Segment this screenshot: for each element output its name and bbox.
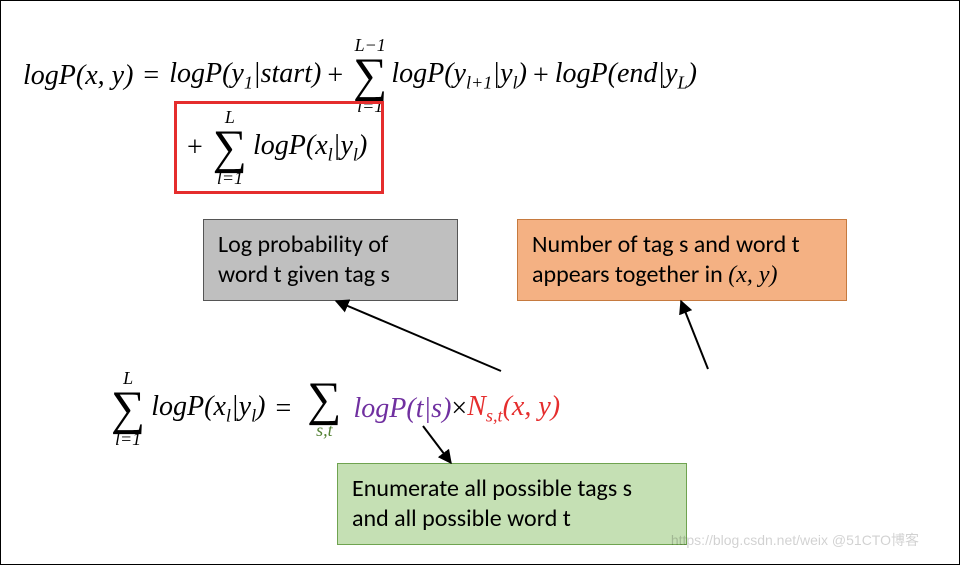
- equation-line-2: L ∑ l=1 logP(xl|yl) = ∑ s,t logP(t|s) × …: [105, 369, 560, 448]
- boxed-plus: +: [187, 132, 203, 164]
- callout-count: Number of tag s and word t appears toget…: [517, 219, 847, 301]
- sigma-icon: ∑: [353, 54, 387, 97]
- callout-log-prob: Log probability of word t given tag s: [203, 219, 458, 301]
- eq1-term2: logP(yl+1|yl): [391, 58, 527, 94]
- eq1-equals: =: [143, 60, 159, 92]
- eq1-plus2: +: [533, 60, 549, 92]
- sigma-icon: ∑: [111, 387, 145, 430]
- eq2-sigmaR: ∑ s,t: [307, 378, 341, 439]
- eq2-times: ×: [451, 393, 467, 425]
- callout-enumerate: Enumerate all possible tags s and all po…: [337, 463, 687, 545]
- boxed-logp: logP(xl|yl): [253, 130, 367, 166]
- eq2-equals: =: [275, 393, 291, 425]
- watermark: https://blog.csdn.net/weix @51CTO博客: [671, 530, 919, 550]
- boxed-term: + L ∑ l=1 logP(xl|yl): [174, 101, 384, 194]
- eq2-Nst: Ns,t(x, y): [467, 391, 560, 427]
- eq1-term1: logP(y1|start): [169, 58, 321, 94]
- eq2-lhs: logP(xl|yl): [151, 391, 265, 427]
- sigma-icon: ∑: [213, 126, 247, 169]
- boxed-sigma: L ∑ l=1: [213, 108, 247, 187]
- eq1-lhs: logP(x, y): [23, 60, 133, 92]
- eq1-term3: logP(end|yL): [555, 58, 697, 94]
- sigma-icon: ∑: [307, 378, 341, 421]
- eq2-sigmaL: L ∑ l=1: [111, 369, 145, 448]
- eq1-plus1: +: [327, 60, 343, 92]
- eq2-logp-ts: logP(t|s): [353, 393, 451, 425]
